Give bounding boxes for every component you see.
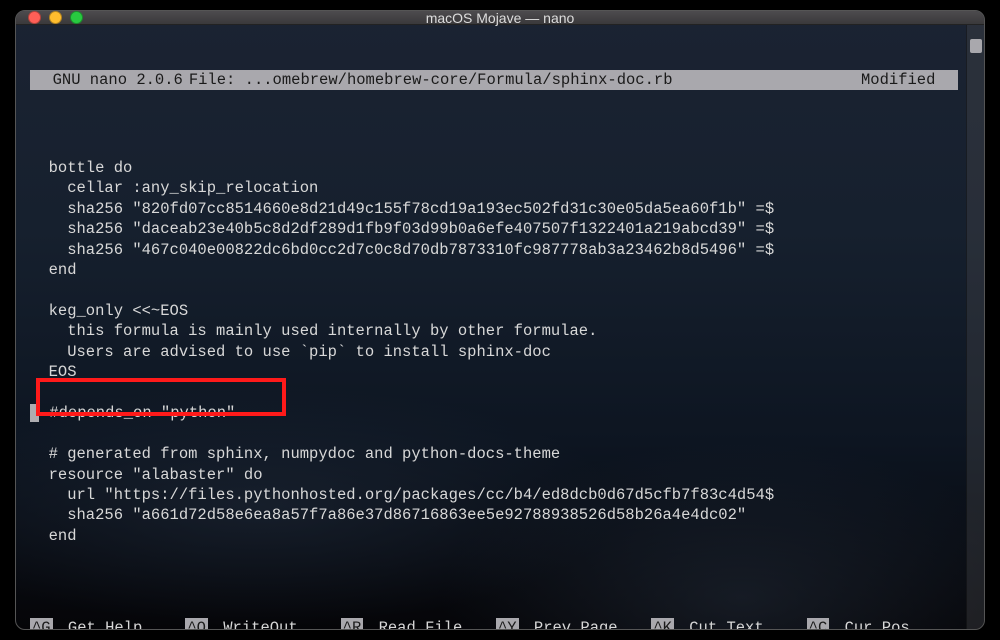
editor-line[interactable] — [30, 280, 958, 300]
shortcut-cut-text: ^K Cut Text — [651, 618, 802, 630]
shortcut-label: Read File — [369, 618, 462, 630]
shortcut-label: Cut Text — [680, 618, 764, 630]
shortcut-label: WriteOut — [214, 618, 298, 630]
window-controls — [28, 11, 83, 24]
scrollbar-thumb[interactable] — [970, 39, 982, 53]
nano-version: GNU nano 2.0.6 — [34, 70, 183, 90]
editor-line[interactable]: sha256 "a661d72d58e6ea8a57f7a86e37d86716… — [30, 505, 958, 525]
nano-status-bar: GNU nano 2.0.6 File: ...omebrew/homebrew… — [30, 70, 958, 90]
nano-file-path: File: ...omebrew/homebrew-core/Formula/s… — [189, 70, 861, 90]
close-icon[interactable] — [28, 11, 41, 24]
zoom-icon[interactable] — [70, 11, 83, 24]
shortcut-key: ^C — [807, 618, 830, 630]
shortcut-read-file: ^R Read File — [341, 618, 492, 630]
scrollbar-track[interactable] — [966, 25, 984, 630]
editor-line[interactable]: keg_only <<~EOS — [30, 301, 958, 321]
terminal-content[interactable]: GNU nano 2.0.6 File: ...omebrew/homebrew… — [16, 25, 966, 630]
shortcut-key: ^Y — [496, 618, 519, 630]
editor-line[interactable]: end — [30, 526, 958, 546]
editor-line[interactable]: EOS — [30, 362, 958, 382]
window-title: macOS Mojave — nano — [16, 10, 984, 26]
editor-line[interactable] — [30, 137, 958, 157]
editor-line[interactable]: cellar :any_skip_relocation — [30, 178, 958, 198]
editor-line[interactable]: this formula is mainly used internally b… — [30, 321, 958, 341]
nano-modified-flag: Modified — [861, 70, 954, 90]
titlebar: macOS Mojave — nano — [16, 11, 984, 25]
editor-line[interactable]: bottle do — [30, 158, 958, 178]
shortcut-label: Cur Pos — [835, 618, 909, 630]
editor-line[interactable]: url "https://files.pythonhosted.org/pack… — [30, 485, 958, 505]
editor-line[interactable]: # generated from sphinx, numpydoc and py… — [30, 444, 958, 464]
editor-line[interactable] — [30, 546, 958, 566]
shortcut-label: Get Help — [59, 618, 143, 630]
text-cursor — [30, 404, 39, 422]
editor-buffer[interactable]: bottle do cellar :any_skip_relocation sh… — [30, 137, 958, 567]
editor-line[interactable] — [30, 424, 958, 444]
editor-line[interactable]: sha256 "820fd07cc8514660e8d21d49c155f78c… — [30, 199, 958, 219]
editor-line[interactable]: sha256 "daceab23e40b5c8d2df289d1fb9f03d9… — [30, 219, 958, 239]
terminal-window: macOS Mojave — nano GNU nano 2.0.6 File:… — [15, 10, 985, 630]
shortcut-get-help: ^G Get Help — [30, 618, 181, 630]
shortcut-prev-page: ^Y Prev Page — [496, 618, 647, 630]
shortcut-key: ^R — [341, 618, 364, 630]
editor-line[interactable] — [30, 383, 958, 403]
editor-line[interactable]: resource "alabaster" do — [30, 465, 958, 485]
shortcut-writeout: ^O WriteOut — [185, 618, 336, 630]
editor-line[interactable]: sha256 "467c040e00822dc6bd0cc2d7c0c8d70d… — [30, 240, 958, 260]
nano-shortcut-bar: ^G Get Help ^O WriteOut ^R Read File ^Y Pre… — [30, 618, 958, 630]
editor-line[interactable]: #depends_on "python" — [30, 403, 958, 423]
shortcut-label: Prev Page — [525, 618, 618, 630]
editor-line[interactable]: end — [30, 260, 958, 280]
shortcut-cur-pos: ^C Cur Pos — [807, 618, 958, 630]
shortcut-key: ^G — [30, 618, 53, 630]
shortcut-key: ^K — [651, 618, 674, 630]
minimize-icon[interactable] — [49, 11, 62, 24]
shortcut-key: ^O — [185, 618, 208, 630]
editor-line[interactable]: Users are advised to use `pip` to instal… — [30, 342, 958, 362]
